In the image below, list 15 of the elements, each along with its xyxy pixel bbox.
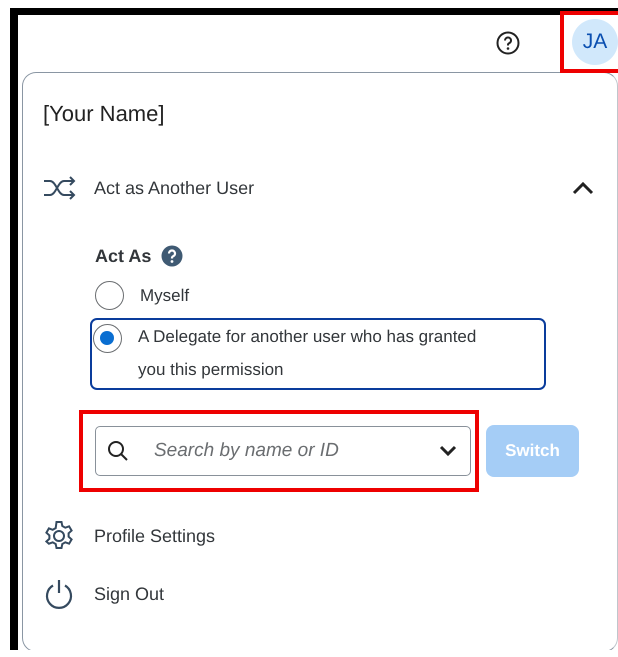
- search-field[interactable]: Search by name or ID: [95, 426, 471, 476]
- field-label: Act As: [95, 246, 152, 266]
- menu-item[interactable]: Sign Out: [94, 584, 164, 604]
- avatar-button[interactable]: JA: [572, 19, 618, 65]
- help-icon[interactable]: [161, 245, 184, 267]
- radio-button[interactable]: [95, 281, 124, 310]
- section-label[interactable]: Act as Another User: [94, 178, 254, 198]
- collapse-chevron-icon[interactable]: [571, 180, 595, 196]
- user-name: [Your Name]: [43, 101, 166, 128]
- menu-item[interactable]: Profile Settings: [94, 526, 216, 546]
- radio-button[interactable]: [93, 324, 122, 353]
- radio-option[interactable]: A Delegate for another user who has granted you this permission: [90, 318, 546, 390]
- dropdown-chevron-icon[interactable]: [439, 445, 457, 457]
- radio-label[interactable]: Myself: [140, 279, 190, 312]
- help-icon[interactable]: [496, 30, 520, 54]
